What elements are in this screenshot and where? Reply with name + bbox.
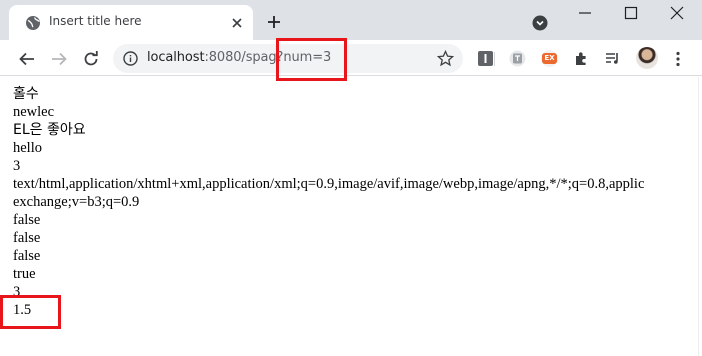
tab-strip: Insert title here xyxy=(0,0,702,40)
puzzle-icon[interactable] xyxy=(573,50,590,67)
content-line: hello xyxy=(13,140,42,156)
content-line: EL은 좋아요 xyxy=(13,122,86,138)
url-query-highlight-box xyxy=(276,38,347,81)
plus-icon[interactable] xyxy=(266,14,282,30)
browser-toolbar: localhost:8080/spag?num=3 EX xyxy=(0,40,702,76)
extension-ex-icon[interactable]: EX xyxy=(541,50,558,67)
content-line: 3 xyxy=(13,158,21,174)
reload-icon[interactable] xyxy=(82,50,100,68)
window-close-icon[interactable] xyxy=(670,6,684,20)
page-content: 홀수 newlec EL은 좋아요 hello 3 text/html,appl… xyxy=(13,85,702,319)
minimize-icon[interactable] xyxy=(578,6,592,20)
info-icon[interactable] xyxy=(123,51,138,66)
extension-ink-icon[interactable] xyxy=(477,50,494,67)
maximize-icon[interactable] xyxy=(624,6,638,20)
content-line: false xyxy=(13,230,41,246)
reading-list-icon[interactable] xyxy=(604,50,621,67)
tab-title: Insert title here xyxy=(49,14,142,28)
content-line: 1.5 xyxy=(13,302,32,318)
content-line: 3 xyxy=(13,284,21,300)
extension-badge: EX xyxy=(542,53,557,64)
back-icon[interactable] xyxy=(18,50,36,68)
close-icon[interactable] xyxy=(229,15,245,31)
star-icon[interactable] xyxy=(437,50,454,67)
result-highlight-box xyxy=(0,295,61,329)
forward-icon[interactable] xyxy=(50,50,68,68)
content-line: false xyxy=(13,212,41,228)
content-line: false xyxy=(13,248,41,264)
content-line: 홀수 xyxy=(13,86,39,102)
globe-icon xyxy=(26,16,40,30)
page-edge xyxy=(698,77,699,356)
profile-avatar[interactable] xyxy=(636,47,658,69)
kebab-menu-icon[interactable] xyxy=(675,51,681,67)
browser-tab[interactable]: Insert title here xyxy=(9,5,253,40)
toolbar-divider xyxy=(494,52,495,66)
content-line: exchange;v=b3;q=0.9 xyxy=(13,194,140,210)
extension-translate-icon[interactable] xyxy=(509,50,526,67)
content-line: text/html,application/xhtml+xml,applicat… xyxy=(13,176,645,192)
tab-search-icon[interactable] xyxy=(532,15,548,31)
content-line: newlec xyxy=(13,104,55,120)
content-line: true xyxy=(13,266,36,282)
url-host: localhost xyxy=(147,50,205,65)
